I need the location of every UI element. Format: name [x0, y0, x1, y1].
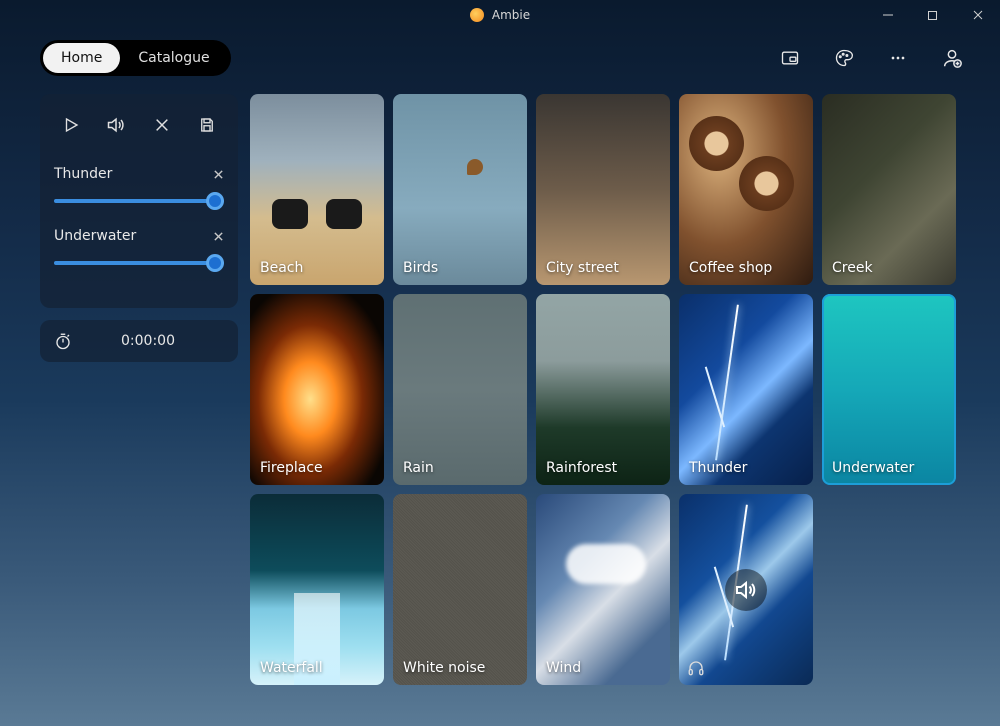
- titlebar: Ambie: [0, 0, 1000, 30]
- sound-card-coffee-shop[interactable]: Coffee shop: [679, 94, 813, 285]
- latte-decoration: [739, 156, 794, 211]
- volume-icon: [725, 569, 767, 611]
- stopwatch-icon: [54, 332, 72, 350]
- sound-grid: Beach Birds City street Coffee shop Cree…: [250, 94, 956, 685]
- track-label: Underwater: [54, 228, 136, 244]
- clear-button[interactable]: [145, 108, 179, 142]
- header: Home Catalogue: [0, 30, 1000, 86]
- card-label: Waterfall: [260, 660, 323, 676]
- card-label: Beach: [260, 260, 303, 276]
- minimize-button[interactable]: [865, 0, 910, 30]
- theme-button[interactable]: [826, 40, 862, 76]
- sound-card-beach[interactable]: Beach: [250, 94, 384, 285]
- card-label: Rainforest: [546, 460, 617, 476]
- card-label: Thunder: [689, 460, 747, 476]
- card-label: Fireplace: [260, 460, 323, 476]
- track-underwater: Underwater: [54, 228, 224, 272]
- close-window-button[interactable]: [955, 0, 1000, 30]
- sound-card-underwater[interactable]: Underwater: [822, 294, 956, 485]
- app-title: Ambie: [492, 8, 530, 22]
- timer-value: 0:00:00: [92, 333, 224, 349]
- sound-card-city-street[interactable]: City street: [536, 94, 670, 285]
- mix-controls: [54, 108, 224, 142]
- mix-panel: Thunder Underwater: [40, 94, 238, 308]
- app-title-group: Ambie: [470, 8, 530, 22]
- window-controls: [865, 0, 1000, 30]
- card-label: Creek: [832, 260, 873, 276]
- sound-card-white-noise[interactable]: White noise: [393, 494, 527, 685]
- account-button[interactable]: [934, 40, 970, 76]
- sound-card-thunder[interactable]: Thunder: [679, 294, 813, 485]
- headphones-icon: [687, 659, 705, 677]
- sound-card-birds[interactable]: Birds: [393, 94, 527, 285]
- bird-decoration: [467, 159, 483, 175]
- lightning-decoration: [715, 304, 739, 459]
- sound-card-fireplace[interactable]: Fireplace: [250, 294, 384, 485]
- header-actions: [772, 40, 980, 76]
- maximize-button[interactable]: [910, 0, 955, 30]
- timer-panel[interactable]: 0:00:00: [40, 320, 238, 362]
- card-label: City street: [546, 260, 619, 276]
- sound-card-rainforest[interactable]: Rainforest: [536, 294, 670, 485]
- remove-track-button[interactable]: [213, 169, 224, 180]
- sound-card-empty-slot[interactable]: [679, 494, 813, 685]
- play-button[interactable]: [54, 108, 88, 142]
- sound-card-wind[interactable]: Wind: [536, 494, 670, 685]
- volume-slider[interactable]: [54, 254, 224, 272]
- volume-slider[interactable]: [54, 192, 224, 210]
- card-label: Coffee shop: [689, 260, 772, 276]
- side-column: Thunder Underwater: [40, 94, 238, 685]
- card-label: Rain: [403, 460, 434, 476]
- card-label: White noise: [403, 660, 485, 676]
- app-logo-icon: [470, 8, 484, 22]
- cloud-decoration: [566, 544, 646, 584]
- remove-track-button[interactable]: [213, 231, 224, 242]
- track-label: Thunder: [54, 166, 112, 182]
- card-label: Birds: [403, 260, 438, 276]
- tab-home[interactable]: Home: [43, 43, 120, 73]
- volume-button[interactable]: [99, 108, 133, 142]
- more-button[interactable]: [880, 40, 916, 76]
- sound-card-creek[interactable]: Creek: [822, 94, 956, 285]
- sound-card-waterfall[interactable]: Waterfall: [250, 494, 384, 685]
- card-label: Wind: [546, 660, 581, 676]
- sound-card-rain[interactable]: Rain: [393, 294, 527, 485]
- slider-thumb[interactable]: [206, 254, 224, 272]
- save-button[interactable]: [190, 108, 224, 142]
- tab-catalogue[interactable]: Catalogue: [120, 43, 227, 73]
- track-thunder: Thunder: [54, 166, 224, 210]
- slider-thumb[interactable]: [206, 192, 224, 210]
- compact-mode-button[interactable]: [772, 40, 808, 76]
- nav-tabs: Home Catalogue: [40, 40, 231, 76]
- beach-decoration: [272, 199, 362, 233]
- latte-decoration: [689, 116, 744, 171]
- card-label: Underwater: [832, 460, 914, 476]
- main-content: Thunder Underwater: [0, 86, 1000, 705]
